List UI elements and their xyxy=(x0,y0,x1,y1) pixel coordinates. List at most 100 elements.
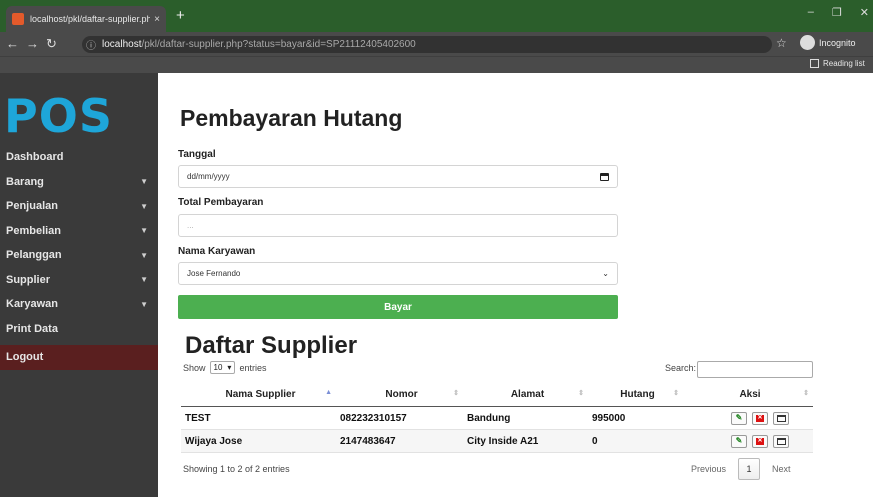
sidebar-item-label: Logout xyxy=(6,351,44,364)
bookmark-star-icon[interactable]: ☆ xyxy=(776,36,787,50)
total-pembayaran-label: Total Pembayaran xyxy=(178,197,264,208)
site-info-icon[interactable]: ⓘ xyxy=(86,37,96,52)
bookmark-bar xyxy=(0,56,873,73)
nama-karyawan-label: Nama Karyawan xyxy=(178,246,256,257)
sidebar-item-label: Pembelian xyxy=(6,224,62,237)
previous-page-button[interactable]: Previous xyxy=(691,464,726,474)
sidebar-item-barang[interactable]: Barang ▼ xyxy=(0,170,158,195)
sort-icon: ⇕ xyxy=(673,390,679,397)
delete-icon[interactable]: ✕ xyxy=(752,434,768,448)
back-icon[interactable]: ← xyxy=(6,36,19,52)
search-input[interactable] xyxy=(697,361,813,378)
tanggal-label: Tanggal xyxy=(178,149,216,160)
sidebar-item-label: Print Data xyxy=(6,322,58,335)
entries-label: entries xyxy=(239,362,267,373)
sidebar-item-label: Pelanggan xyxy=(6,249,62,262)
column-label: Nomor xyxy=(385,389,418,400)
new-tab-button[interactable]: + xyxy=(176,8,185,24)
cell-nama: Wijaya Jose xyxy=(185,435,243,447)
caret-down-icon: ▼ xyxy=(140,177,148,187)
page-1-button[interactable]: 1 xyxy=(738,458,761,480)
column-hutang[interactable]: Hutang ⇕ xyxy=(588,389,683,400)
sidebar-item-logout[interactable]: Logout xyxy=(0,345,158,370)
table-info: Showing 1 to 2 of 2 entries xyxy=(183,464,290,474)
column-alamat[interactable]: Alamat ⇕ xyxy=(463,389,588,400)
sidebar-item-penjualan[interactable]: Penjualan ▼ xyxy=(0,194,158,219)
close-window-icon[interactable]: ✕ xyxy=(860,6,869,19)
column-label: Nama Supplier xyxy=(225,389,296,400)
caret-down-icon: ▼ xyxy=(140,250,148,260)
tanggal-placeholder: dd/mm/yyyy xyxy=(187,172,230,181)
show-label: Show xyxy=(183,362,206,373)
browser-titlebar: localhost/pkl/daftar-supplier.php × + – … xyxy=(0,0,873,32)
cell-nomor: 082232310157 xyxy=(340,412,407,424)
calendar-icon[interactable] xyxy=(600,172,609,181)
cell-alamat: Bandung xyxy=(467,412,511,424)
total-placeholder: ... xyxy=(187,221,194,230)
sidebar-item-pembelian[interactable]: Pembelian ▼ xyxy=(0,219,158,244)
caret-down-icon: ▼ xyxy=(140,226,148,236)
sort-icon: ⇕ xyxy=(578,390,584,397)
sidebar-item-pelanggan[interactable]: Pelanggan ▼ xyxy=(0,243,158,268)
chevron-down-icon: ⌄ xyxy=(602,269,609,278)
sidebar-item-print-data[interactable]: Print Data xyxy=(0,317,158,342)
restore-icon[interactable]: ❐ xyxy=(832,6,842,19)
cell-hutang: 995000 xyxy=(592,412,626,424)
column-nomor[interactable]: Nomor ⇕ xyxy=(336,389,463,400)
sort-icon: ⇕ xyxy=(453,390,459,397)
sidebar-item-label: Supplier xyxy=(6,273,51,286)
reading-list-button[interactable]: Reading list xyxy=(810,59,865,68)
payment-icon[interactable] xyxy=(773,434,789,448)
edit-icon[interactable]: ✎ xyxy=(731,434,747,448)
window-controls: – ❐ ✕ xyxy=(808,6,869,19)
column-label: Alamat xyxy=(510,389,545,400)
column-aksi[interactable]: Aksi ⇕ xyxy=(683,389,813,400)
caret-down-icon: ▼ xyxy=(140,299,148,309)
reload-icon[interactable]: ↻ xyxy=(46,36,57,52)
browser-tab[interactable]: localhost/pkl/daftar-supplier.php × xyxy=(6,6,166,32)
minimize-icon[interactable]: – xyxy=(808,6,814,19)
url-input[interactable]: ⓘ localhost/pkl/daftar-supplier.php?stat… xyxy=(82,36,772,53)
url-path: /pkl/daftar-supplier.php?status=bayar&id… xyxy=(141,39,416,50)
bayar-button[interactable]: Bayar xyxy=(178,295,618,319)
sidebar-item-karyawan[interactable]: Karyawan ▼ xyxy=(0,292,158,317)
tanggal-date-input[interactable]: dd/mm/yyyy xyxy=(178,165,618,188)
address-bar: ← → ↻ ⓘ localhost/pkl/daftar-supplier.ph… xyxy=(0,32,873,56)
table-header: Nama Supplier ▲ Nomor ⇕ Alamat ⇕ Hutang ⇕ Ak… xyxy=(181,383,813,407)
cell-alamat: City Inside A21 xyxy=(467,435,539,447)
sidebar-item-label: Penjualan xyxy=(6,200,58,213)
sidebar-item-supplier[interactable]: Supplier ▼ xyxy=(0,268,158,293)
column-label: Hutang xyxy=(620,389,655,400)
url-host: localhost xyxy=(102,39,142,50)
list-title: Daftar Supplier xyxy=(185,332,358,359)
incognito-indicator[interactable]: Incognito xyxy=(800,35,856,50)
column-label: Aksi xyxy=(739,389,761,400)
karyawan-selected-value: Jose Fernando xyxy=(187,269,241,278)
chevron-down-icon: ▾ xyxy=(227,363,232,372)
sort-icon: ⇕ xyxy=(803,390,809,397)
reading-list-label: Reading list xyxy=(823,59,865,68)
cell-nomor: 2147483647 xyxy=(340,435,396,447)
incognito-icon xyxy=(800,35,815,50)
entries-control: Show 10 ▾ entries xyxy=(183,361,266,374)
payment-icon[interactable] xyxy=(773,411,789,425)
delete-icon[interactable]: ✕ xyxy=(752,411,768,425)
incognito-label: Incognito xyxy=(819,37,856,48)
reading-list-icon xyxy=(810,59,819,68)
forward-icon[interactable]: → xyxy=(26,36,39,52)
total-pembayaran-input[interactable]: ... xyxy=(178,214,618,237)
caret-down-icon: ▼ xyxy=(140,275,148,285)
karyawan-select[interactable]: Jose Fernando ⌄ xyxy=(178,262,618,285)
entries-select[interactable]: 10 ▾ xyxy=(209,361,236,374)
table-row: Wijaya Jose 2147483647 City Inside A21 0… xyxy=(181,430,813,453)
pos-logo[interactable]: POS xyxy=(4,89,113,143)
sidebar-item-dashboard[interactable]: Dashboard xyxy=(0,145,158,170)
supplier-table: Nama Supplier ▲ Nomor ⇕ Alamat ⇕ Hutang ⇕ Ak… xyxy=(181,383,813,453)
search-label: Search: xyxy=(665,363,697,373)
edit-icon[interactable]: ✎ xyxy=(731,411,747,425)
column-nama-supplier[interactable]: Nama Supplier ▲ xyxy=(181,389,336,400)
tab-close-icon[interactable]: × xyxy=(154,14,160,25)
next-page-button[interactable]: Next xyxy=(772,464,791,474)
entries-value: 10 xyxy=(213,363,223,372)
table-row: TEST 082232310157 Bandung 995000 ✎ ✕ xyxy=(181,407,813,430)
